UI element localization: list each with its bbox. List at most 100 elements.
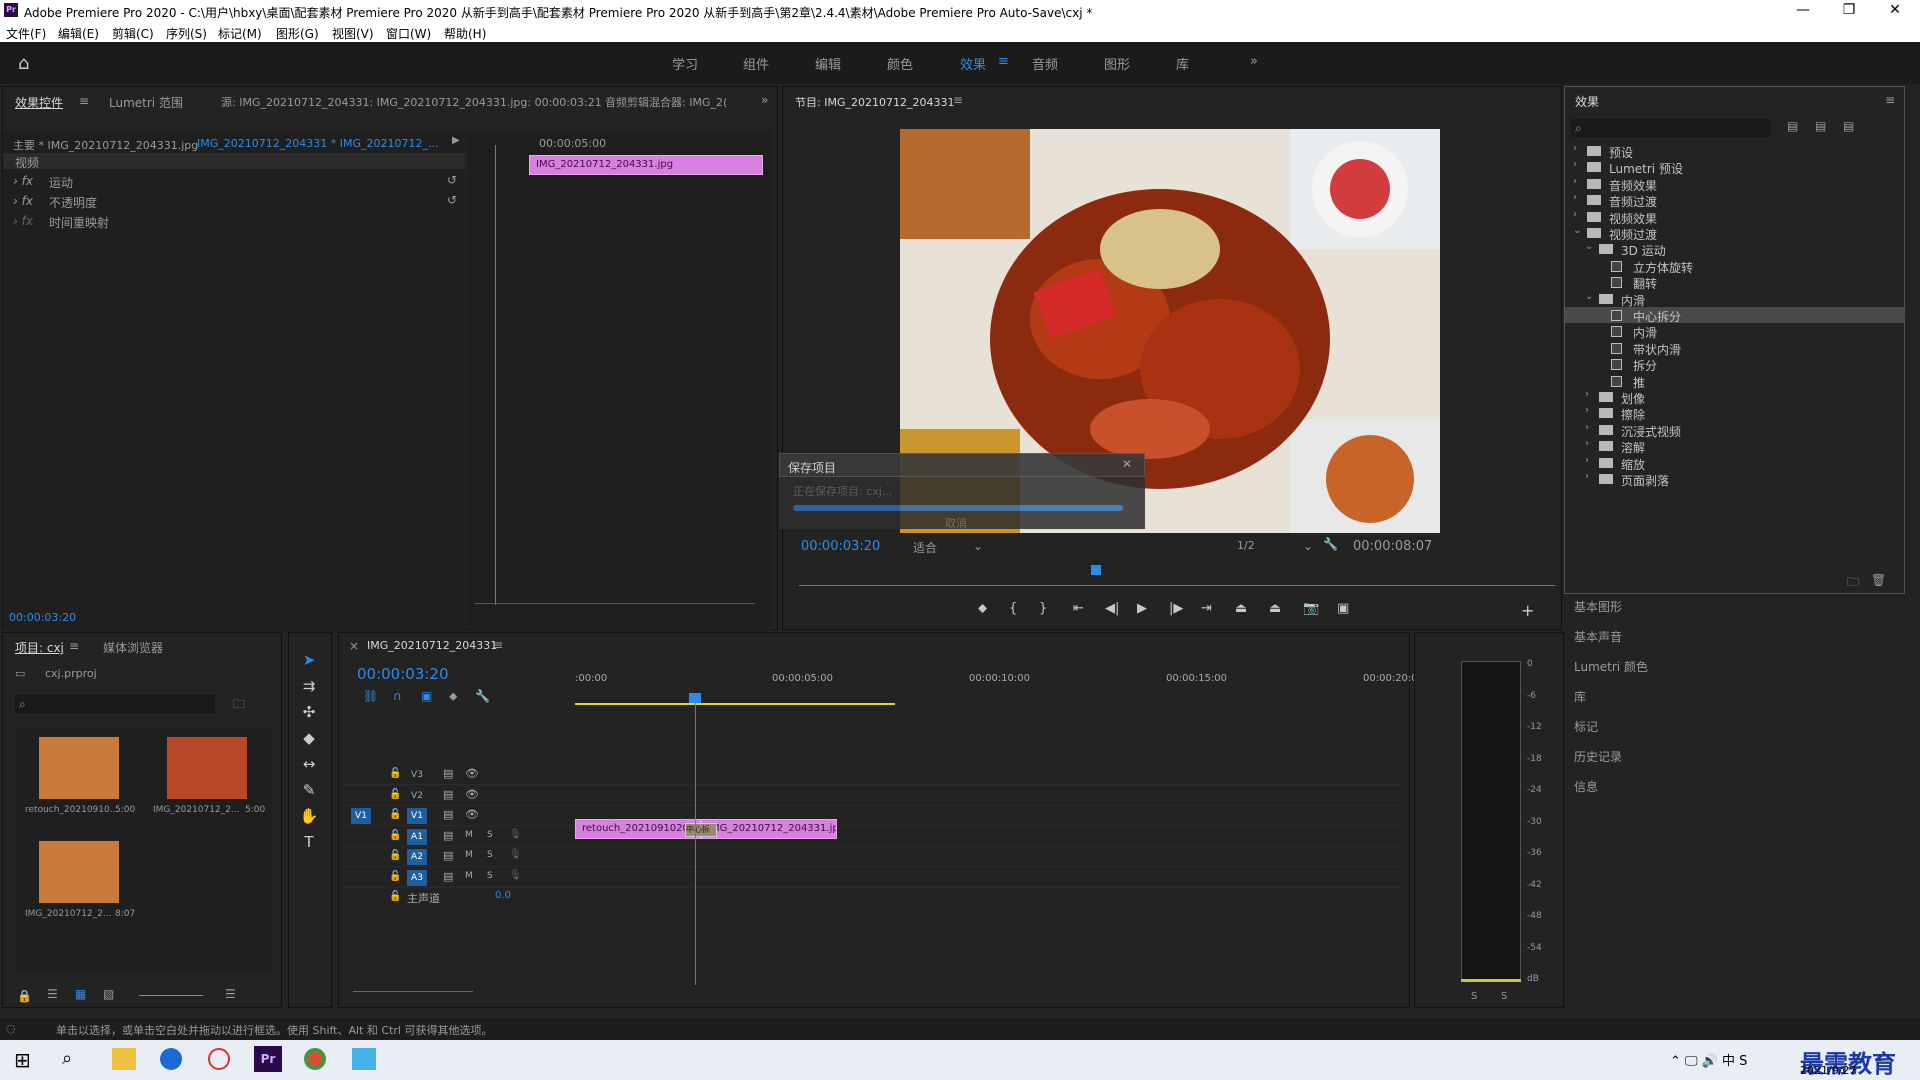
tab-menu-icon[interactable]: ≡ bbox=[79, 94, 89, 108]
menu-view[interactable]: 视图(V) bbox=[332, 25, 374, 42]
new-bin-from-search-icon[interactable]: 🗀 bbox=[233, 695, 245, 716]
accelerated-effects-icon[interactable]: ▤ bbox=[1787, 119, 1798, 133]
track-label[interactable]: V1 bbox=[407, 808, 427, 824]
track-label[interactable]: A3 bbox=[407, 869, 427, 886]
timeline-sequence-tab[interactable]: IMG_20210712_204331 bbox=[367, 639, 497, 652]
timeline-menu-icon[interactable]: ≡ bbox=[493, 638, 503, 652]
panel-info[interactable]: 信息 bbox=[1574, 778, 1598, 795]
chevron-right-icon[interactable]: › bbox=[1585, 389, 1589, 400]
effects-tree-item[interactable]: › 缩放 bbox=[1565, 455, 1905, 472]
step-forward-button[interactable]: |▶ bbox=[1169, 601, 1183, 616]
premiere-taskbar-icon[interactable]: Pr bbox=[254, 1046, 282, 1072]
timeline-playhead-handle[interactable] bbox=[689, 693, 701, 703]
solo-left-button[interactable]: S bbox=[1471, 991, 1477, 1002]
tab-lumetri-scopes[interactable]: Lumetri 范围 bbox=[109, 94, 183, 111]
snap-icon[interactable]: ∩ bbox=[393, 689, 402, 703]
effects-tree-item[interactable]: › 音频过渡 bbox=[1565, 192, 1905, 209]
reset-icon[interactable]: ↺ bbox=[447, 193, 457, 207]
effects-tree-item[interactable]: 中心拆分 bbox=[1565, 307, 1905, 324]
windows-start-icon[interactable]: ⊞ bbox=[14, 1048, 31, 1072]
resolution-dropdown[interactable]: 1/2 bbox=[1237, 539, 1255, 552]
track-select-tool-icon[interactable]: ⇉ bbox=[299, 677, 319, 695]
panel-lumetri-color[interactable]: Lumetri 颜色 bbox=[1574, 658, 1648, 675]
chevron-right-icon[interactable]: › bbox=[1573, 159, 1577, 170]
workspace-audio[interactable]: 音频 bbox=[1032, 54, 1058, 73]
chevron-down-icon[interactable]: ⌄ bbox=[1585, 241, 1593, 252]
effects-tree-item[interactable]: › 擦除 bbox=[1565, 405, 1905, 422]
hand-tool-icon[interactable]: ✋ bbox=[299, 807, 319, 825]
solo-button[interactable]: S bbox=[487, 830, 493, 840]
chevron-down-icon[interactable]: ⌄ bbox=[1573, 225, 1581, 236]
project-item-thumb[interactable] bbox=[39, 737, 119, 799]
effects-tree-item[interactable]: › 音频效果 bbox=[1565, 176, 1905, 193]
menu-sequence[interactable]: 序列(S) bbox=[166, 25, 207, 42]
panel-history[interactable]: 历史记录 bbox=[1574, 748, 1622, 765]
tab-project[interactable]: 项目: cxj bbox=[15, 639, 64, 656]
workspace-effects[interactable]: 效果 bbox=[960, 54, 986, 73]
ripple-edit-tool-icon[interactable]: ✣ bbox=[299, 703, 319, 721]
list-view-icon[interactable]: ☰ bbox=[47, 987, 58, 1001]
app-grid-icon[interactable] bbox=[352, 1048, 376, 1070]
eye-icon[interactable]: 👁 bbox=[465, 788, 479, 801]
settings-wrench-icon[interactable]: 🔧 bbox=[475, 689, 490, 703]
step-back-button[interactable]: ◀| bbox=[1105, 601, 1119, 616]
chevron-right-icon[interactable]: › bbox=[1585, 422, 1589, 433]
track-lock-icon[interactable]: 🔓 bbox=[389, 871, 401, 882]
effects-tree-item[interactable]: 立方体旋转 bbox=[1565, 258, 1905, 275]
microphone-icon[interactable]: 🎙 bbox=[509, 829, 522, 840]
solo-right-button[interactable]: S bbox=[1501, 991, 1507, 1002]
sequence-clip-label[interactable]: IMG_20210712_204331 * IMG_20210712_... bbox=[197, 137, 438, 150]
panel-libraries[interactable]: 库 bbox=[1574, 688, 1586, 705]
play-button[interactable]: ▶ bbox=[1137, 601, 1147, 616]
tab-media-browser[interactable]: 媒体浏览器 bbox=[103, 639, 163, 656]
menu-file[interactable]: 文件(F) bbox=[6, 25, 46, 42]
microphone-icon[interactable]: 🎙 bbox=[509, 870, 522, 881]
lock-icon[interactable]: 🔒 bbox=[17, 989, 32, 1003]
toggle-sync-lock-icon[interactable]: ▤ bbox=[443, 788, 453, 801]
workspace-graphics[interactable]: 图形 bbox=[1104, 54, 1130, 73]
chevron-right-icon[interactable]: › bbox=[1585, 455, 1589, 466]
menu-clip[interactable]: 剪辑(C) bbox=[112, 25, 154, 42]
eye-icon[interactable]: 👁 bbox=[465, 808, 479, 821]
chevron-right-icon[interactable]: › bbox=[1573, 176, 1577, 187]
effects-tree-item[interactable]: › 沉浸式视频 bbox=[1565, 422, 1905, 439]
project-item-thumb[interactable] bbox=[167, 737, 247, 799]
workspace-color[interactable]: 颜色 bbox=[887, 54, 913, 73]
tab-audio-clip-mixer[interactable]: 音频剪辑混合器: IMG_2( bbox=[605, 94, 741, 110]
add-marker-button[interactable]: ⬥ bbox=[978, 601, 987, 616]
file-explorer-icon[interactable] bbox=[112, 1048, 136, 1070]
home-icon[interactable]: ⌂ bbox=[18, 53, 29, 74]
linked-selection-icon[interactable]: ▣ bbox=[421, 689, 432, 703]
workspace-learn[interactable]: 学习 bbox=[672, 54, 698, 73]
effect-row-opacity[interactable]: › fx 不透明度 ↺ bbox=[3, 191, 465, 211]
track-label[interactable]: V2 bbox=[407, 788, 427, 804]
effects-tree-item[interactable]: › 溶解 bbox=[1565, 438, 1905, 455]
effects-tree-item[interactable]: › 页面剥落 bbox=[1565, 471, 1905, 488]
edge-browser-icon[interactable] bbox=[160, 1048, 182, 1070]
tray-icons[interactable]: ⌃ 🖵 🔊 中 S bbox=[1670, 1050, 1747, 1069]
mute-button[interactable]: M bbox=[465, 871, 473, 881]
timeline-timecode[interactable]: 00:00:03:20 bbox=[357, 665, 449, 683]
expand-arrow-icon[interactable]: ▶ bbox=[452, 135, 460, 146]
timeline-transition[interactable]: 中心拆 bbox=[685, 823, 717, 837]
work-area-bar[interactable] bbox=[575, 703, 895, 705]
microphone-icon[interactable]: 🎙 bbox=[509, 849, 522, 860]
go-to-out-button[interactable]: ⇥ bbox=[1201, 601, 1212, 616]
tab-source[interactable]: 源: IMG_20210712_204331: IMG_20210712_204… bbox=[221, 94, 602, 110]
toggle-sync-lock-icon[interactable]: ▤ bbox=[443, 870, 453, 883]
project-search-input[interactable]: ⌕ bbox=[15, 695, 215, 713]
delete-icon[interactable]: 🗑 bbox=[1871, 573, 1886, 587]
reset-icon[interactable]: ↺ bbox=[447, 173, 457, 187]
program-scrubber[interactable] bbox=[799, 585, 1555, 586]
timeline-clip-img[interactable]: IMG_20210712_204331.jpg bbox=[701, 819, 837, 839]
menu-help[interactable]: 帮助(H) bbox=[444, 25, 486, 42]
effects-menu-icon[interactable]: ≡ bbox=[1885, 93, 1895, 107]
program-title[interactable]: 节目: IMG_20210712_204331 bbox=[795, 94, 954, 110]
project-menu-icon[interactable]: ≡ bbox=[69, 639, 79, 653]
timeline-zoom-scrollbar[interactable] bbox=[353, 991, 473, 992]
ec-scrollbar[interactable] bbox=[475, 603, 755, 604]
chevron-right-icon[interactable]: › bbox=[1573, 143, 1577, 154]
razor-tool-icon[interactable]: ◆ bbox=[299, 729, 319, 747]
project-item-thumb[interactable] bbox=[39, 841, 119, 903]
ec-clip[interactable]: IMG_20210712_204331.jpg bbox=[529, 155, 763, 175]
